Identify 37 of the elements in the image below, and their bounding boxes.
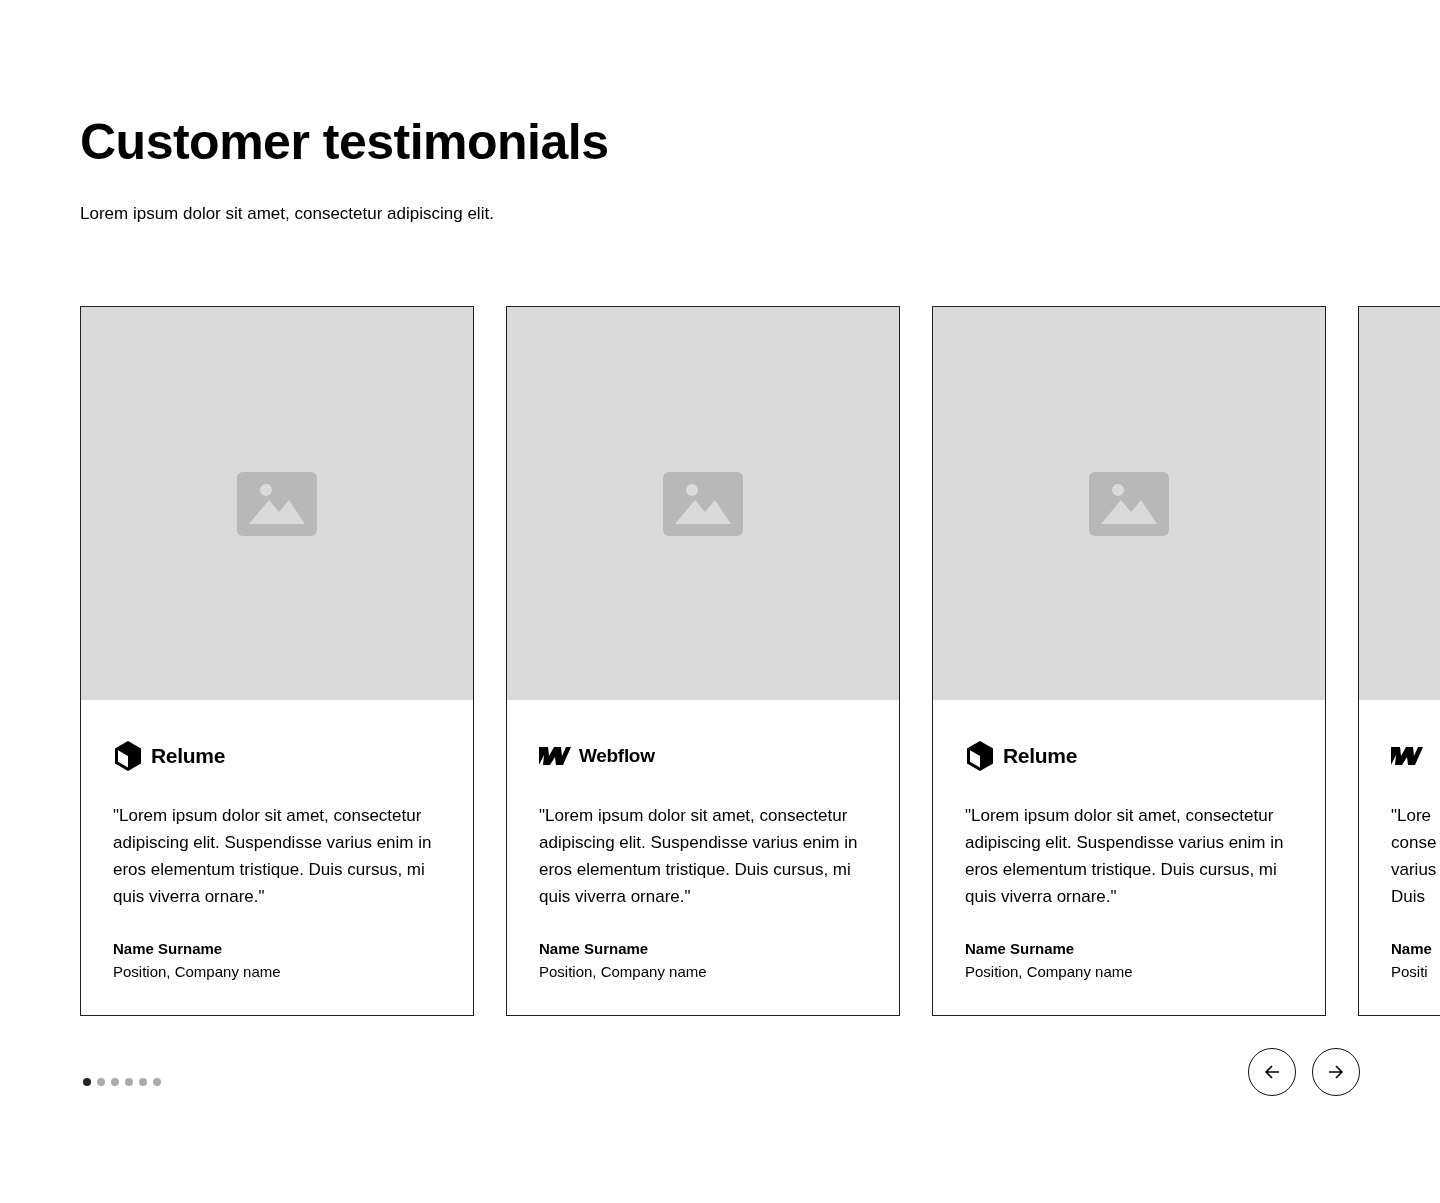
testimonial-quote-line: varius xyxy=(1391,859,1437,881)
pagination-dot[interactable] xyxy=(111,1078,119,1086)
person-name: Name Surname xyxy=(113,939,223,959)
testimonial-quote: "Lorem ipsum dolor sit amet, consectetur adipiscing elit. Suspendisse varius enim in eros elementum tristique. Duis cursus, mi quis viverra ornare." xyxy=(539,805,859,908)
pagination-dot[interactable] xyxy=(125,1078,133,1086)
cube-icon xyxy=(113,740,143,772)
testimonial-quote-line: "Lore xyxy=(1391,805,1432,827)
cube-icon xyxy=(965,740,995,772)
testimonial-quote: "Lorem ipsum dolor sit amet, consectetur adipiscing elit. Suspendisse varius enim in eros elementum tristique. Duis cursus, mi quis viverra ornare." xyxy=(113,805,433,908)
logo-text: Relume xyxy=(1003,744,1078,768)
logo-text: Relume xyxy=(151,744,226,768)
webflow-logo-icon xyxy=(1391,746,1423,766)
image-icon xyxy=(1089,471,1169,536)
person-position: Position, Company name xyxy=(113,962,281,982)
person-name: Name xyxy=(1391,939,1432,959)
logo-text: Webflow xyxy=(579,745,655,767)
pagination-dot[interactable] xyxy=(83,1078,91,1086)
testimonial-quote-line: Duis xyxy=(1391,886,1425,908)
section-subtitle: Lorem ipsum dolor sit amet, consectetur adipiscing elit. xyxy=(80,203,494,225)
testimonial-quote-line: conse xyxy=(1391,832,1437,854)
person-position: Position, Company name xyxy=(539,962,707,982)
image-icon xyxy=(237,471,317,536)
person-name: Name Surname xyxy=(539,939,649,959)
image-icon xyxy=(663,471,743,536)
next-button[interactable] xyxy=(1312,1048,1360,1096)
arrow-right-icon xyxy=(1328,1064,1344,1080)
person-name: Name Surname xyxy=(965,939,1075,959)
arrow-left-icon xyxy=(1264,1064,1280,1080)
section-title: Customer testimonials xyxy=(80,113,609,172)
pagination-dot[interactable] xyxy=(139,1078,147,1086)
person-position: Position, Company name xyxy=(965,962,1133,982)
person-position: Positi xyxy=(1391,962,1428,982)
pagination-dot[interactable] xyxy=(97,1078,105,1086)
previous-button[interactable] xyxy=(1248,1048,1296,1096)
pagination-dot[interactable] xyxy=(153,1078,161,1086)
webflow-logo-icon xyxy=(539,746,571,766)
testimonial-quote: "Lorem ipsum dolor sit amet, consectetur adipiscing elit. Suspendisse varius enim in eros elementum tristique. Duis cursus, mi quis viverra ornare." xyxy=(965,805,1285,908)
